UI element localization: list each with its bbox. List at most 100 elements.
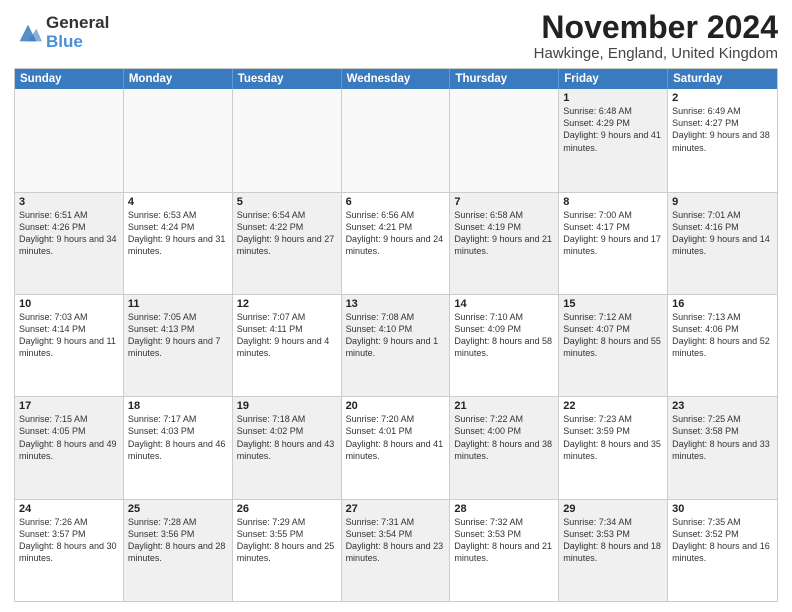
cal-cell-0-2 [233,89,342,191]
day-num-10: 10 [19,298,119,310]
cell-text-4: Sunrise: 6:53 AM Sunset: 4:24 PM Dayligh… [128,210,226,256]
day-num-16: 16 [672,298,773,310]
cell-text-1: Sunrise: 6:48 AM Sunset: 4:29 PM Dayligh… [563,106,661,152]
cell-text-5: Sunrise: 6:54 AM Sunset: 4:22 PM Dayligh… [237,210,335,256]
cal-cell-3-5: 22 Sunrise: 7:23 AM Sunset: 3:59 PM Dayli… [559,397,668,498]
cal-cell-3-4: 21 Sunrise: 7:22 AM Sunset: 4:00 PM Dayli… [450,397,559,498]
cell-text-20: Sunrise: 7:20 AM Sunset: 4:01 PM Dayligh… [346,414,444,460]
cell-text-3: Sunrise: 6:51 AM Sunset: 4:26 PM Dayligh… [19,210,117,256]
title-location: Hawkinge, England, United Kingdom [534,45,778,62]
week-row-3: 17 Sunrise: 7:15 AM Sunset: 4:05 PM Dayli… [15,396,777,498]
calendar: Sunday Monday Tuesday Wednesday Thursday… [14,68,778,602]
day-num-2: 2 [672,92,773,104]
day-num-15: 15 [563,298,663,310]
logo-icon [14,19,42,47]
day-num-4: 4 [128,196,228,208]
day-num-7: 7 [454,196,554,208]
cal-cell-0-6: 2 Sunrise: 6:49 AM Sunset: 4:27 PM Daylig… [668,89,777,191]
day-num-30: 30 [672,503,773,515]
day-num-5: 5 [237,196,337,208]
cal-cell-4-5: 29 Sunrise: 7:34 AM Sunset: 3:53 PM Dayli… [559,500,668,601]
cell-text-19: Sunrise: 7:18 AM Sunset: 4:02 PM Dayligh… [237,414,335,460]
day-num-17: 17 [19,400,119,412]
day-num-12: 12 [237,298,337,310]
logo: General Blue [14,14,109,51]
cell-text-16: Sunrise: 7:13 AM Sunset: 4:06 PM Dayligh… [672,312,770,358]
cell-text-18: Sunrise: 7:17 AM Sunset: 4:03 PM Dayligh… [128,414,226,460]
day-num-9: 9 [672,196,773,208]
header-monday: Monday [124,69,233,89]
cell-text-28: Sunrise: 7:32 AM Sunset: 3:53 PM Dayligh… [454,517,552,563]
cell-text-30: Sunrise: 7:35 AM Sunset: 3:52 PM Dayligh… [672,517,770,563]
header-wednesday: Wednesday [342,69,451,89]
cell-text-27: Sunrise: 7:31 AM Sunset: 3:54 PM Dayligh… [346,517,444,563]
cal-cell-2-5: 15Sunrise: 7:12 AM Sunset: 4:07 PM Dayli… [559,295,668,396]
cal-cell-1-3: 6Sunrise: 6:56 AM Sunset: 4:21 PM Daylig… [342,193,451,294]
cell-text-11: Sunrise: 7:05 AM Sunset: 4:13 PM Dayligh… [128,312,221,358]
cal-cell-2-3: 13 Sunrise: 7:08 AM Sunset: 4:10 PM Dayli… [342,295,451,396]
day-num-21: 21 [454,400,554,412]
day-num-28: 28 [454,503,554,515]
cal-cell-1-1: 4 Sunrise: 6:53 AM Sunset: 4:24 PM Daylig… [124,193,233,294]
header-thursday: Thursday [450,69,559,89]
cal-cell-0-3 [342,89,451,191]
cal-cell-4-6: 30 Sunrise: 7:35 AM Sunset: 3:52 PM Dayli… [668,500,777,601]
cal-cell-0-0 [15,89,124,191]
cal-cell-4-2: 26Sunrise: 7:29 AM Sunset: 3:55 PM Dayli… [233,500,342,601]
day-num-24: 24 [19,503,119,515]
week-row-4: 24Sunrise: 7:26 AM Sunset: 3:57 PM Dayli… [15,499,777,601]
day-num-23: 23 [672,400,773,412]
cell-text-2: Sunrise: 6:49 AM Sunset: 4:27 PM Dayligh… [672,106,770,152]
cell-text-17: Sunrise: 7:15 AM Sunset: 4:05 PM Dayligh… [19,414,117,460]
cell-text-13: Sunrise: 7:08 AM Sunset: 4:10 PM Dayligh… [346,312,439,358]
day-num-3: 3 [19,196,119,208]
cal-cell-4-3: 27 Sunrise: 7:31 AM Sunset: 3:54 PM Dayli… [342,500,451,601]
day-num-29: 29 [563,503,663,515]
cal-cell-0-1 [124,89,233,191]
cal-cell-3-2: 19Sunrise: 7:18 AM Sunset: 4:02 PM Dayli… [233,397,342,498]
title-month: November 2024 [534,10,778,45]
cell-text-12: Sunrise: 7:07 AM Sunset: 4:11 PM Dayligh… [237,312,330,358]
day-num-13: 13 [346,298,446,310]
day-num-6: 6 [346,196,446,208]
header: General Blue November 2024 Hawkinge, Eng… [14,10,778,62]
cal-cell-1-6: 9 Sunrise: 7:01 AM Sunset: 4:16 PM Daylig… [668,193,777,294]
cal-cell-4-1: 25 Sunrise: 7:28 AM Sunset: 3:56 PM Dayli… [124,500,233,601]
cal-cell-4-4: 28 Sunrise: 7:32 AM Sunset: 3:53 PM Dayli… [450,500,559,601]
page: General Blue November 2024 Hawkinge, Eng… [0,0,792,612]
week-row-0: 1 Sunrise: 6:48 AM Sunset: 4:29 PM Daylig… [15,89,777,191]
calendar-header: Sunday Monday Tuesday Wednesday Thursday… [15,69,777,89]
day-num-27: 27 [346,503,446,515]
week-row-1: 3 Sunrise: 6:51 AM Sunset: 4:26 PM Daylig… [15,192,777,294]
cell-text-29: Sunrise: 7:34 AM Sunset: 3:53 PM Dayligh… [563,517,661,563]
day-num-22: 22 [563,400,663,412]
cal-cell-2-1: 11 Sunrise: 7:05 AM Sunset: 4:13 PM Dayli… [124,295,233,396]
header-friday: Friday [559,69,668,89]
title-block: November 2024 Hawkinge, England, United … [534,10,778,62]
header-sunday: Sunday [15,69,124,89]
logo-text: General Blue [46,14,109,51]
logo-blue-text: Blue [46,33,109,52]
cal-cell-3-1: 18 Sunrise: 7:17 AM Sunset: 4:03 PM Dayli… [124,397,233,498]
day-num-20: 20 [346,400,446,412]
cell-text-7: Sunrise: 6:58 AM Sunset: 4:19 PM Dayligh… [454,210,552,256]
cal-cell-1-5: 8 Sunrise: 7:00 AM Sunset: 4:17 PM Daylig… [559,193,668,294]
cal-cell-2-2: 12 Sunrise: 7:07 AM Sunset: 4:11 PM Dayli… [233,295,342,396]
cell-text-26: Sunrise: 7:29 AM Sunset: 3:55 PM Dayligh… [237,517,335,563]
cell-text-9: Sunrise: 7:01 AM Sunset: 4:16 PM Dayligh… [672,210,770,256]
cell-text-25: Sunrise: 7:28 AM Sunset: 3:56 PM Dayligh… [128,517,226,563]
cal-cell-3-6: 23Sunrise: 7:25 AM Sunset: 3:58 PM Dayli… [668,397,777,498]
cal-cell-3-3: 20 Sunrise: 7:20 AM Sunset: 4:01 PM Dayli… [342,397,451,498]
cell-text-22: Sunrise: 7:23 AM Sunset: 3:59 PM Dayligh… [563,414,661,460]
cal-cell-4-0: 24Sunrise: 7:26 AM Sunset: 3:57 PM Dayli… [15,500,124,601]
day-num-11: 11 [128,298,228,310]
day-num-25: 25 [128,503,228,515]
cell-text-21: Sunrise: 7:22 AM Sunset: 4:00 PM Dayligh… [454,414,552,460]
cell-text-8: Sunrise: 7:00 AM Sunset: 4:17 PM Dayligh… [563,210,661,256]
cal-cell-2-6: 16 Sunrise: 7:13 AM Sunset: 4:06 PM Dayli… [668,295,777,396]
cal-cell-1-4: 7 Sunrise: 6:58 AM Sunset: 4:19 PM Daylig… [450,193,559,294]
cell-text-10: Sunrise: 7:03 AM Sunset: 4:14 PM Dayligh… [19,312,116,358]
day-num-8: 8 [563,196,663,208]
day-num-18: 18 [128,400,228,412]
day-num-1: 1 [563,92,663,104]
